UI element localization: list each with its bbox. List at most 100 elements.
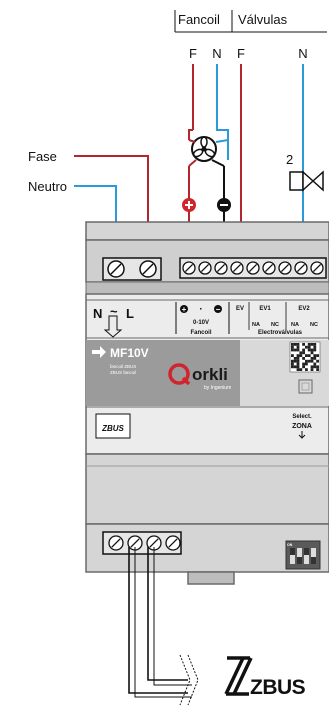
terminal-fancoil-f: F <box>189 46 197 61</box>
screw-output-icon <box>198 261 212 275</box>
qr-module <box>305 362 308 366</box>
qr-module <box>307 343 311 346</box>
legend-minus: − <box>216 305 221 314</box>
fan-lead-blue <box>215 139 229 143</box>
label-fase: Fase <box>28 149 57 164</box>
qr-module <box>313 354 317 357</box>
qr-module <box>299 354 303 357</box>
qr-module <box>296 365 300 369</box>
fan-lead-red-out <box>188 159 197 167</box>
qr-module <box>296 345 300 349</box>
screw-output-icon <box>310 261 324 275</box>
legend-ev1-na: NA <box>252 322 260 328</box>
qr-module <box>305 359 308 363</box>
din-clip <box>187 571 235 585</box>
qr-module <box>302 362 305 366</box>
input-terminal-block <box>102 257 162 281</box>
model-desc-2: ZBUS fancoil <box>110 370 136 375</box>
qr-module <box>296 354 300 357</box>
qr-module <box>293 357 297 360</box>
legend-ev2-nc: NC <box>310 322 318 328</box>
brand-sub: by Ingenium <box>204 385 231 391</box>
qr-module <box>291 354 294 357</box>
qr-module <box>299 351 303 355</box>
qr-module <box>316 354 319 357</box>
qr-module <box>302 351 305 355</box>
legend-ev1-nc: NC <box>271 322 279 328</box>
screw-output-icon <box>246 261 260 275</box>
legend-electrovalves-caption: Electroválvulas <box>258 330 303 336</box>
qr-module <box>310 365 314 369</box>
qr-module <box>299 368 303 371</box>
qr-module <box>302 348 305 352</box>
legend-ev1: EV1 <box>259 306 271 312</box>
qr-module <box>296 357 300 360</box>
qr-module <box>302 343 305 346</box>
legend-ev2-na: NA <box>291 322 299 328</box>
qr-module <box>296 368 300 371</box>
qr-module <box>310 357 314 360</box>
module-top-rail <box>85 221 329 241</box>
qr-module <box>316 359 319 363</box>
terminal-valvulas-n: N <box>298 46 307 61</box>
qr-module <box>296 343 300 346</box>
qr-module <box>313 345 317 349</box>
qr-module <box>310 359 314 363</box>
qr-module <box>307 359 311 363</box>
plus-marker-icon <box>182 198 196 212</box>
screw-output-icon <box>214 261 228 275</box>
qr-module <box>307 348 311 352</box>
fan-lead-black-out <box>211 159 225 167</box>
screw-output-icon <box>278 261 292 275</box>
select-label-2: ZONA <box>292 423 312 430</box>
qr-module <box>307 354 311 357</box>
qr-module <box>310 348 314 352</box>
zbus-logo-icon <box>224 656 253 696</box>
valve-number: 2 <box>286 152 293 167</box>
qr-module <box>291 365 294 369</box>
qr-module <box>291 343 294 346</box>
screw-bus-icon <box>165 535 181 551</box>
qr-module <box>302 365 305 369</box>
qr-module <box>310 368 314 371</box>
qr-code-icon <box>289 341 321 373</box>
terminal-valvulas-f: F <box>237 46 245 61</box>
qr-module <box>293 359 297 363</box>
qr-module <box>293 343 297 346</box>
qr-module <box>305 368 308 371</box>
qr-module <box>316 365 319 369</box>
model-name: MF10V <box>110 346 149 360</box>
label-neutro: Neutro <box>28 179 67 194</box>
legend-dot: · <box>199 304 202 315</box>
valve-icon <box>289 170 324 192</box>
qr-module <box>313 348 317 352</box>
qr-module <box>291 362 294 366</box>
qr-module <box>296 359 300 363</box>
header-valvulas: Válvulas <box>238 12 288 27</box>
qr-module <box>310 343 314 346</box>
input-symbol-n: N <box>93 306 102 321</box>
qr-module <box>313 343 317 346</box>
qr-module <box>291 345 294 349</box>
qr-module <box>310 351 314 355</box>
terminal-fancoil-n: N <box>212 46 221 61</box>
qr-module <box>307 345 311 349</box>
qr-module <box>313 362 317 366</box>
fan-lead-red <box>188 139 196 143</box>
fan-icon <box>191 136 217 162</box>
qr-module <box>313 357 317 360</box>
bus-terminal-block <box>102 531 182 555</box>
module-band <box>85 281 329 295</box>
zbus-badge-text: ZBUS <box>101 424 124 433</box>
qr-module <box>316 368 319 371</box>
input-symbol-l: L <box>126 306 134 321</box>
screw-output-icon <box>182 261 196 275</box>
legend-ev: EV <box>236 306 244 312</box>
screw-output-icon <box>262 261 276 275</box>
zbus-logo-text: ZBUS <box>250 676 306 699</box>
dip-switch-on-label: ON <box>287 543 293 547</box>
qr-module <box>313 365 317 369</box>
qr-module <box>291 359 294 363</box>
qr-module <box>293 348 297 352</box>
legend-ev2: EV2 <box>298 306 310 312</box>
